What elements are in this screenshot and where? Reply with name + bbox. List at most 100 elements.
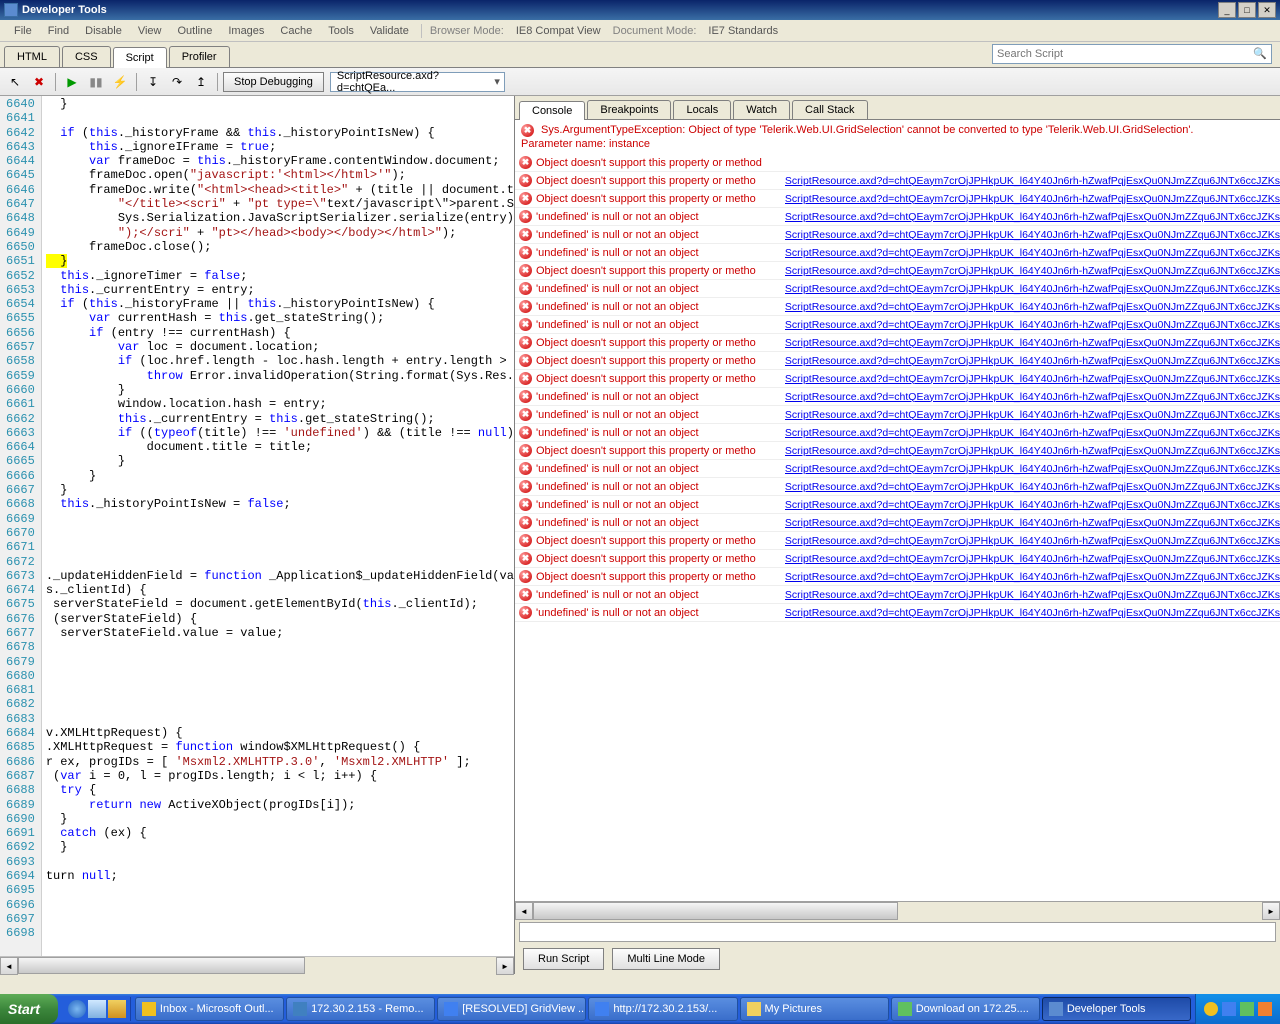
error-source-link[interactable]: ScriptResource.axd?d=chtQEaym7crOjJPHkpU… [785,283,1280,295]
browser-mode[interactable]: IE8 Compat View [508,22,609,40]
select-element-icon[interactable]: ↖ [4,71,26,93]
document-mode[interactable]: IE7 Standards [700,22,786,40]
scroll-thumb[interactable] [18,957,305,974]
tab-css[interactable]: CSS [62,46,111,67]
subtab-watch[interactable]: Watch [733,100,790,119]
close-button[interactable]: ✕ [1258,2,1276,18]
tray-icon[interactable] [1258,1002,1272,1016]
menu-images[interactable]: Images [220,22,272,40]
multiline-button[interactable]: Multi Line Mode [612,948,720,970]
script-file-dropdown[interactable]: ScriptResource.axd?d=chtQEa... [330,72,505,92]
console-input[interactable] [519,922,1276,942]
clear-icon[interactable]: ✖ [28,71,50,93]
tab-html[interactable]: HTML [4,46,60,67]
explorer-icon[interactable] [108,1000,126,1018]
taskbar-item[interactable]: http://172.30.2.153/... [588,997,737,1021]
error-source-link[interactable]: ScriptResource.axd?d=chtQEaym7crOjJPHkpU… [785,481,1280,493]
menu-validate[interactable]: Validate [362,22,417,40]
error-message: Object doesn't support this property or … [536,535,756,547]
pause-icon[interactable]: ▮▮ [85,71,107,93]
error-source-link[interactable]: ScriptResource.axd?d=chtQEaym7crOjJPHkpU… [785,211,1280,223]
error-source-link[interactable]: ScriptResource.axd?d=chtQEaym7crOjJPHkpU… [785,175,1280,187]
error-source-link[interactable]: ScriptResource.axd?d=chtQEaym7crOjJPHkpU… [785,391,1280,403]
menu-file[interactable]: File [6,22,40,40]
maximize-button[interactable]: □ [1238,2,1256,18]
taskbar-item[interactable]: My Pictures [740,997,889,1021]
subtab-callstack[interactable]: Call Stack [792,100,868,119]
error-source-link[interactable]: ScriptResource.axd?d=chtQEaym7crOjJPHkpU… [785,337,1280,349]
error-message: 'undefined' is null or not an object [536,211,699,223]
console-hscrollbar[interactable]: ◄ ► [515,902,1280,920]
error-source-link[interactable]: ScriptResource.axd?d=chtQEaym7crOjJPHkpU… [785,373,1280,385]
tab-profiler[interactable]: Profiler [169,46,230,67]
error-source-link[interactable]: ScriptResource.axd?d=chtQEaym7crOjJPHkpU… [785,247,1280,259]
run-script-button[interactable]: Run Script [523,948,604,970]
tray-icon[interactable] [1204,1002,1218,1016]
search-box[interactable]: 🔍 [992,44,1272,64]
taskbar-item[interactable]: [RESOLVED] GridView ... [437,997,586,1021]
error-source-link[interactable]: ScriptResource.axd?d=chtQEaym7crOjJPHkpU… [785,553,1280,565]
error-source-link[interactable]: ScriptResource.axd?d=chtQEaym7crOjJPHkpU… [785,535,1280,547]
error-source-link[interactable]: ScriptResource.axd?d=chtQEaym7crOjJPHkpU… [785,571,1280,583]
search-input[interactable] [997,48,1253,60]
error-source-link[interactable]: ScriptResource.axd?d=chtQEaym7crOjJPHkpU… [785,409,1280,421]
code-lines[interactable]: } if (this._historyFrame && this._histor… [42,96,514,956]
taskbar-item[interactable]: Download on 172.25.... [891,997,1040,1021]
error-source-link[interactable]: ScriptResource.axd?d=chtQEaym7crOjJPHkpU… [785,355,1280,367]
error-source-link[interactable]: ScriptResource.axd?d=chtQEaym7crOjJPHkpU… [785,607,1280,619]
menu-cache[interactable]: Cache [272,22,320,40]
error-source-link[interactable]: ScriptResource.axd?d=chtQEaym7crOjJPHkpU… [785,229,1280,241]
ie-icon[interactable] [68,1000,86,1018]
play-icon[interactable]: ▶ [61,71,83,93]
scroll-left-icon[interactable]: ◄ [0,957,18,975]
error-source-link[interactable]: ScriptResource.axd?d=chtQEaym7crOjJPHkpU… [785,463,1280,475]
code-hscrollbar[interactable]: ◄ ► [0,956,514,974]
step-out-icon[interactable]: ↥ [190,71,212,93]
search-icon[interactable]: 🔍 [1253,47,1267,61]
error-source-link[interactable]: ScriptResource.axd?d=chtQEaym7crOjJPHkpU… [785,427,1280,439]
code-area[interactable]: 6640 6641 6642 6643 6644 6645 6646 6647 … [0,96,514,956]
error-source-link[interactable]: ScriptResource.axd?d=chtQEaym7crOjJPHkpU… [785,301,1280,313]
tray-icon[interactable] [1240,1002,1254,1016]
menu-find[interactable]: Find [40,22,77,40]
step-over-icon[interactable]: ↷ [166,71,188,93]
error-source-link[interactable]: ScriptResource.axd?d=chtQEaym7crOjJPHkpU… [785,517,1280,529]
menu-disable[interactable]: Disable [77,22,130,40]
error-source-link[interactable]: ScriptResource.axd?d=chtQEaym7crOjJPHkpU… [785,499,1280,511]
tab-script[interactable]: Script [113,47,167,68]
subtab-console[interactable]: Console [519,101,585,120]
console-error-row: ✖'undefined' is null or not an objectScr… [515,514,1280,532]
error-source-link[interactable]: ScriptResource.axd?d=chtQEaym7crOjJPHkpU… [785,319,1280,331]
scroll-right-icon[interactable]: ► [496,957,514,975]
show-desktop-icon[interactable] [88,1000,106,1018]
scroll-track[interactable] [533,902,1262,920]
scroll-track[interactable] [18,957,496,974]
menu-outline[interactable]: Outline [169,22,220,40]
menu-view[interactable]: View [130,22,170,40]
break-all-icon[interactable]: ⚡ [109,71,131,93]
stop-debugging-button[interactable]: Stop Debugging [223,72,324,92]
tray-icon[interactable] [1222,1002,1236,1016]
error-message: 'undefined' is null or not an object [536,499,699,511]
console-area[interactable]: ✖ Sys.ArgumentTypeException: Object of t… [515,120,1280,902]
scroll-right-icon[interactable]: ► [1262,902,1280,920]
scroll-left-icon[interactable]: ◄ [515,902,533,920]
scroll-thumb[interactable] [533,902,898,920]
error-source-link[interactable]: ScriptResource.axd?d=chtQEaym7crOjJPHkpU… [785,589,1280,601]
error-source-link[interactable]: ScriptResource.axd?d=chtQEaym7crOjJPHkpU… [785,265,1280,277]
subtab-locals[interactable]: Locals [673,100,731,119]
menu-tools[interactable]: Tools [320,22,362,40]
system-tray[interactable] [1195,994,1280,1024]
error-source-link[interactable]: ScriptResource.axd?d=chtQEaym7crOjJPHkpU… [785,445,1280,457]
error-icon: ✖ [519,444,532,457]
taskbar-item[interactable]: Inbox - Microsoft Outl... [135,997,284,1021]
console-error-row: ✖'undefined' is null or not an objectScr… [515,226,1280,244]
taskbar-item[interactable]: 172.30.2.153 - Remo... [286,997,435,1021]
start-button[interactable]: Start [0,994,58,1024]
minimize-button[interactable]: _ [1218,2,1236,18]
error-icon: ✖ [519,192,532,205]
taskbar-item[interactable]: Developer Tools [1042,997,1191,1021]
subtab-breakpoints[interactable]: Breakpoints [587,100,671,119]
error-source-link[interactable]: ScriptResource.axd?d=chtQEaym7crOjJPHkpU… [785,193,1280,205]
step-into-icon[interactable]: ↧ [142,71,164,93]
